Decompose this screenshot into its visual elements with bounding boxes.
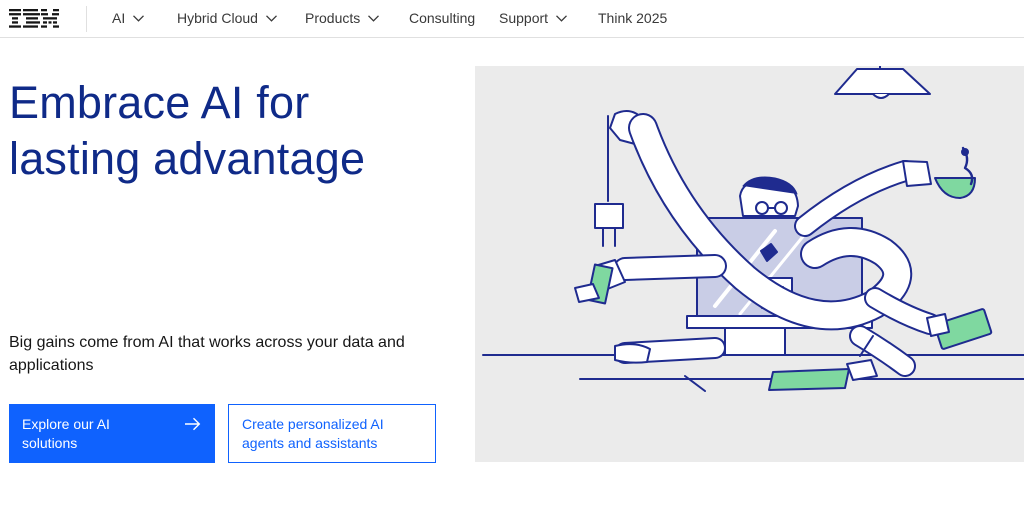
page-title: Embrace AI for lasting advantage — [9, 75, 449, 187]
create-ai-agents-button[interactable]: Create personalized AI agents and assist… — [228, 404, 436, 463]
nav-item-products[interactable]: Products — [305, 0, 380, 38]
button-label: Create personalized AI agents and assist… — [242, 416, 384, 451]
nav-item-label: Hybrid Cloud — [177, 10, 258, 26]
nav-item-hybrid-cloud[interactable]: Hybrid Cloud — [177, 0, 277, 38]
top-navigation: AI Hybrid Cloud Products Consulting Supp… — [0, 0, 1024, 38]
page-title-line-1: Embrace AI for — [9, 77, 310, 128]
nav-item-label: AI — [112, 10, 126, 26]
arrow-right-icon — [185, 417, 201, 436]
hero-subtitle: Big gains come from AI that works across… — [9, 334, 405, 374]
chevron-down-icon — [556, 0, 568, 36]
ibm-logo[interactable] — [9, 9, 59, 28]
nav-item-support[interactable]: Support — [499, 0, 568, 38]
nav-item-think-2025[interactable]: Think 2025 — [598, 0, 667, 38]
hero-illustration — [475, 66, 1024, 462]
nav-item-ai[interactable]: AI — [112, 0, 145, 38]
nav-item-label: Think 2025 — [598, 10, 668, 26]
nav-divider — [86, 6, 87, 32]
nav-item-label: Products — [305, 10, 361, 26]
page-title-line-2: lasting advantage — [9, 133, 366, 184]
nav-item-label: Consulting — [409, 10, 476, 26]
chevron-down-icon — [368, 0, 380, 36]
explore-ai-solutions-button[interactable]: Explore our AI solutions — [9, 404, 215, 463]
button-label: Explore our AI solutions — [22, 416, 110, 451]
chevron-down-icon — [133, 0, 145, 36]
nav-item-label: Support — [499, 10, 549, 26]
nav-item-consulting[interactable]: Consulting — [409, 0, 475, 38]
chevron-down-icon — [265, 0, 277, 36]
